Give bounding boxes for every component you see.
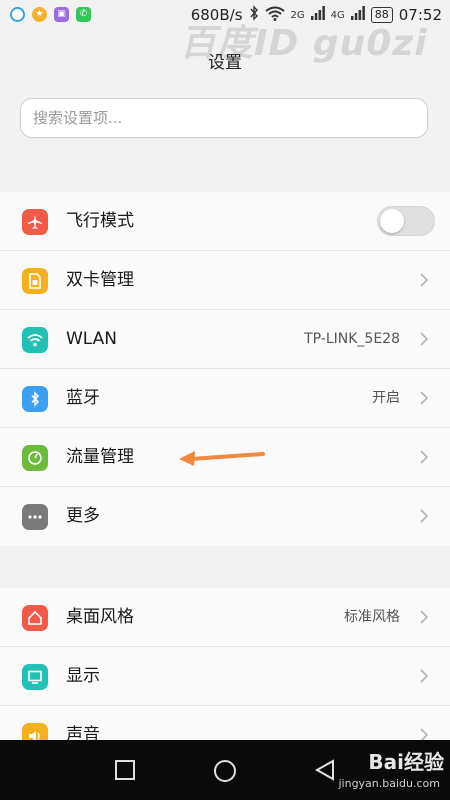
data-usage-icon xyxy=(22,445,48,471)
settings-group-connectivity: 飞行模式 双卡管理 WLAN TP-LINK_5E28 蓝牙 开启 流量管理 更… xyxy=(0,192,450,546)
chevron-right-icon xyxy=(420,273,429,287)
settings-item-home-style[interactable]: 桌面风格 标准风格 xyxy=(0,588,450,647)
display-label: 显示 xyxy=(66,666,100,686)
toggle-knob xyxy=(380,209,404,233)
more-icon xyxy=(22,504,48,530)
dual-sim-label: 双卡管理 xyxy=(66,270,134,290)
settings-item-wlan[interactable]: WLAN TP-LINK_5E28 xyxy=(0,310,450,369)
search-input[interactable]: 搜索设置项... xyxy=(20,98,428,138)
wlan-label: WLAN xyxy=(66,329,118,349)
browser-notification-icon xyxy=(10,7,25,22)
settings-item-more[interactable]: 更多 xyxy=(0,487,450,546)
data-usage-label: 流量管理 xyxy=(66,447,134,467)
settings-item-display[interactable]: 显示 xyxy=(0,647,450,706)
airplane-mode-label: 飞行模式 xyxy=(66,211,134,231)
more-label: 更多 xyxy=(66,506,100,526)
page-title: 设置 xyxy=(208,53,242,73)
home-style-label: 桌面风格 xyxy=(66,607,134,627)
bluetooth-label: 蓝牙 xyxy=(66,388,100,408)
display-icon xyxy=(22,664,48,690)
wlan-value: TP-LINK_5E28 xyxy=(304,331,400,347)
chevron-right-icon xyxy=(420,669,429,683)
app-notification-icon: ★ xyxy=(32,7,47,22)
search-area: 搜索设置项... xyxy=(0,82,450,148)
sim-card-icon xyxy=(22,268,48,294)
airplane-mode-toggle[interactable] xyxy=(377,206,435,236)
wifi-icon xyxy=(22,327,48,353)
airplane-icon xyxy=(22,209,48,235)
chevron-right-icon xyxy=(420,391,429,405)
annotation-arrow-icon xyxy=(179,451,265,466)
chevron-right-icon xyxy=(420,332,429,346)
home-icon xyxy=(22,605,48,631)
chevron-right-icon xyxy=(420,509,429,523)
settings-item-airplane-mode[interactable]: 飞行模式 xyxy=(0,192,450,251)
bluetooth-value: 开启 xyxy=(372,390,400,406)
recent-apps-button[interactable] xyxy=(114,759,136,781)
chevron-right-icon xyxy=(420,450,429,464)
settings-item-dual-sim[interactable]: 双卡管理 xyxy=(0,251,450,310)
settings-group-personalization: 桌面风格 标准风格 显示 声音 xyxy=(0,588,450,765)
home-style-value: 标准风格 xyxy=(344,609,400,625)
home-button[interactable] xyxy=(213,759,237,783)
bluetooth-icon xyxy=(22,386,48,412)
baidu-jingyan-logo: Bai经验 xyxy=(368,750,444,774)
gallery-notification-icon: ▣ xyxy=(54,7,69,22)
phone-notification-icon: ✆ xyxy=(76,7,91,22)
notification-icons: ★ ▣ ✆ xyxy=(10,7,91,22)
back-button[interactable] xyxy=(314,759,336,781)
baidu-jingyan-url: jingyan.baidu.com xyxy=(338,777,440,790)
navigation-bar: Bai经验 jingyan.baidu.com xyxy=(0,740,450,800)
chevron-right-icon xyxy=(420,610,429,624)
settings-item-bluetooth[interactable]: 蓝牙 开启 xyxy=(0,369,450,428)
